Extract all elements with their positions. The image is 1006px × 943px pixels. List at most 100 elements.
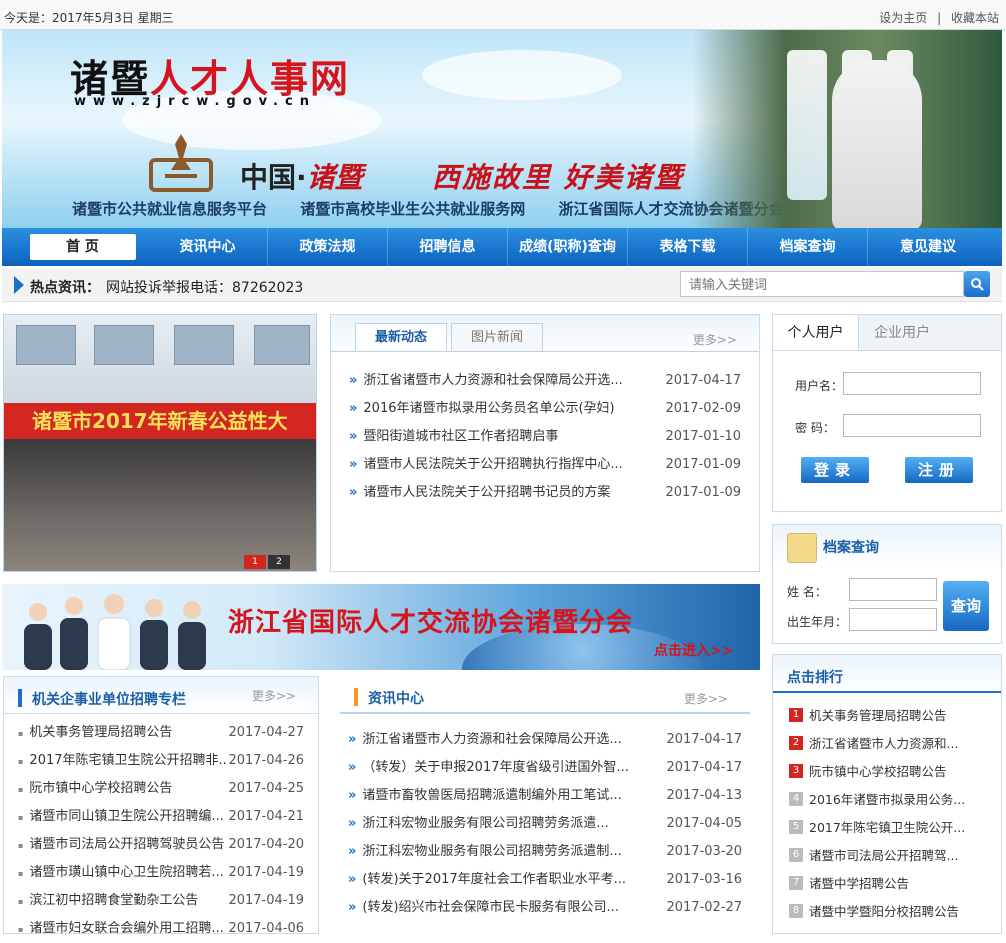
list-item[interactable]: 机关事务管理局招聘公告 2017-04-27 <box>18 719 304 747</box>
item-title: 机关事务管理局招聘公告 <box>809 708 947 723</box>
login-tabs: 个人用户 企业用户 <box>773 315 1001 351</box>
list-item[interactable]: 诸暨市璜山镇中心卫生院招聘若... 2017-04-19 <box>18 859 304 887</box>
list-item[interactable]: 浙江省诸暨市人力资源和社会保障局公开选... 2017-04-17 <box>348 726 742 754</box>
list-item[interactable]: 诸暨市人民法院关于公开招聘执行指挥中心... 2017-01-09 <box>349 451 741 479</box>
archive-title: 档案查询 <box>823 540 879 556</box>
login-button[interactable]: 登录 <box>801 457 869 483</box>
ranking-item[interactable]: 8 诸暨中学暨阳分校招聘公告 <box>789 901 989 920</box>
login-panel: 个人用户 企业用户 用户名： 密 码： 登录 注册 <box>772 314 1002 512</box>
platform-link-employment[interactable]: 诸暨市公共就业信息服务平台 <box>72 200 267 218</box>
item-title: 诸暨市人民法院关于公开招聘执行指挥中心... <box>349 451 622 479</box>
set-homepage-link[interactable]: 设为主页 <box>879 11 927 25</box>
list-item[interactable]: 2016年诸暨市拟录用公务员名单公示(孕妇) 2017-02-09 <box>349 395 741 423</box>
nav-feedback[interactable]: 意见建议 <box>868 228 988 266</box>
main-nav: 首 页 资讯中心 政策法规 招聘信息 成绩(职称)查询 表格下载 档案查询 意见… <box>2 228 1002 266</box>
rank-number: 5 <box>789 819 803 834</box>
slogan-xishi: 西施故里 好美诸暨 <box>432 161 684 194</box>
list-item[interactable]: (转发)关于2017年度社会工作者职业水平考... 2017-03-16 <box>348 866 742 894</box>
list-item[interactable]: 暨阳街道城市社区工作者招聘启事 2017-01-10 <box>349 423 741 451</box>
folder-icon <box>787 533 817 563</box>
ad-enter-link[interactable]: 点击进入>> <box>654 640 733 660</box>
username-input[interactable] <box>843 372 981 395</box>
ranking-item[interactable]: 4 2016年诸暨市拟录用公务... <box>789 789 989 808</box>
list-item[interactable]: 滨江初中招聘食堂勤杂工公告 2017-04-19 <box>18 887 304 915</box>
archive-birth-input[interactable] <box>849 608 937 631</box>
list-item[interactable]: 浙江科宏物业服务有限公司招聘劳务派遣制... 2017-03-20 <box>348 838 742 866</box>
nav-news-center[interactable]: 资讯中心 <box>148 228 268 266</box>
list-item[interactable]: 阮市镇中心学校招聘公告 2017-04-25 <box>18 775 304 803</box>
item-date: 2017-04-13 <box>666 788 742 803</box>
list-item[interactable]: (转发)绍兴市社会保障市民卡服务有限公司... 2017-02-27 <box>348 894 742 922</box>
list-item[interactable]: 浙江科宏物业服务有限公司招聘劳务派遣... 2017-04-05 <box>348 810 742 838</box>
nav-home[interactable]: 首 页 <box>30 234 136 260</box>
list-item[interactable]: 2017年陈宅镇卫生院公开招聘非...2017-04-26 <box>18 747 304 775</box>
hot-news-text[interactable]: 网站投诉举报电话：87262023 <box>106 277 303 297</box>
search-button[interactable] <box>964 271 990 297</box>
crowd-photo <box>4 439 316 571</box>
info-more-link[interactable]: 更多>> <box>684 690 728 707</box>
recruitment-list: 机关事务管理局招聘公告 2017-04-27 2017年陈宅镇卫生院公开招聘非..… <box>18 719 304 943</box>
list-item[interactable]: 诸暨市人民法院关于公开招聘书记员的方案 2017-01-09 <box>349 479 741 507</box>
nav-score-query[interactable]: 成绩(职称)查询 <box>508 228 628 266</box>
bookmark-link[interactable]: 收藏本站 <box>951 11 999 25</box>
recruitment-title: 机关企事业单位招聘专栏 <box>18 689 186 709</box>
item-title: 诸暨市司法局公开招聘驾... <box>809 848 959 863</box>
list-item[interactable]: （转发）关于申报2017年度省级引进国外智... 2017-04-17 <box>348 754 742 782</box>
archive-query-panel: 档案查询 姓 名： 出生年月： 查询 <box>772 524 1002 644</box>
tab-photo-news[interactable]: 图片新闻 <box>451 323 543 351</box>
top-bar: 今天是：2017年5月3日 星期三 设为主页 | 收藏本站 <box>0 0 1006 30</box>
tab-personal-user[interactable]: 个人用户 <box>773 315 859 350</box>
item-title: 诸暨市人民法院关于公开招聘书记员的方案 <box>349 479 610 507</box>
item-date: 2017-01-09 <box>665 457 741 472</box>
recruitment-column-panel: 机关企事业单位招聘专栏 更多>> 机关事务管理局招聘公告 2017-04-27 2… <box>3 676 319 936</box>
ranking-item[interactable]: 7 诸暨中学招聘公告 <box>789 873 989 892</box>
divider <box>773 691 1001 693</box>
archive-query-button[interactable]: 查询 <box>943 581 989 631</box>
nav-recruitment[interactable]: 招聘信息 <box>388 228 508 266</box>
platform-link-graduates[interactable]: 诸暨市高校毕业生公共就业服务网 <box>300 200 525 218</box>
item-date: 2017-04-06 <box>228 921 304 936</box>
news-tabs: 最新动态 图片新闻 <box>355 323 547 351</box>
talent-assoc-ad-banner[interactable]: 浙江省国际人才交流协会诸暨分会 点击进入>> <box>2 584 760 670</box>
business-people-icon <box>24 594 206 670</box>
ranking-item[interactable]: 1 机关事务管理局招聘公告 <box>789 705 989 724</box>
register-button[interactable]: 注册 <box>905 457 973 483</box>
item-title: (转发)绍兴市社会保障市民卡服务有限公司... <box>348 894 619 922</box>
list-item[interactable]: 诸暨市畜牧兽医局招聘派遣制编外用工笔试... 2017-04-13 <box>348 782 742 810</box>
rank-number: 4 <box>789 791 803 806</box>
list-item[interactable]: 诸暨市妇女联合会编外用工招聘... 2017-04-06 <box>18 915 304 943</box>
separator: | <box>937 11 942 25</box>
item-title: (转发)关于2017年度社会工作者职业水平考... <box>348 866 626 894</box>
slider-page-2[interactable]: 2 <box>268 555 290 569</box>
item-date: 2017-02-09 <box>665 401 741 416</box>
photo-slider[interactable]: 诸暨市2017年新春公益性大 1 2 <box>3 314 317 572</box>
ranking-item[interactable]: 5 2017年陈宅镇卫生院公开... <box>789 817 989 836</box>
list-item[interactable]: 浙江省诸暨市人力资源和社会保障局公开选... 2017-04-17 <box>349 367 741 395</box>
tab-enterprise-user[interactable]: 企业用户 <box>859 315 945 350</box>
item-title: 2017年陈宅镇卫生院公开招聘非... <box>18 747 228 775</box>
ranking-item[interactable]: 6 诸暨市司法局公开招聘驾... <box>789 845 989 864</box>
nav-policy[interactable]: 政策法规 <box>268 228 388 266</box>
slider-page-1[interactable]: 1 <box>244 555 266 569</box>
tab-latest[interactable]: 最新动态 <box>355 323 447 351</box>
nav-form-download[interactable]: 表格下载 <box>628 228 748 266</box>
recruitment-more-link[interactable]: 更多>> <box>252 687 296 704</box>
name-label: 姓 名： <box>787 585 827 599</box>
item-title: 2016年诸暨市拟录用公务... <box>809 792 966 807</box>
slogan-zhuji: 诸暨 <box>306 161 363 194</box>
ranking-item[interactable]: 2 浙江省诸暨市人力资源和... <box>789 733 989 752</box>
search-input[interactable] <box>680 271 964 297</box>
rank-number: 3 <box>789 763 803 778</box>
latest-news-panel: 最新动态 图片新闻 更多>> 浙江省诸暨市人力资源和社会保障局公开选...201… <box>330 314 760 572</box>
item-title: 阮市镇中心学校招聘公告 <box>809 764 947 779</box>
list-item[interactable]: 诸暨市司法局公开招聘驾驶员公告 2017-04-20 <box>18 831 304 859</box>
password-input[interactable] <box>843 414 981 437</box>
list-item[interactable]: 诸暨市同山镇卫生院公开招聘编... 2017-04-21 <box>18 803 304 831</box>
archive-name-input[interactable] <box>849 578 937 601</box>
nav-archive-query[interactable]: 档案查询 <box>748 228 868 266</box>
password-label: 密 码： <box>795 421 835 435</box>
divider <box>331 351 759 352</box>
rank-number: 8 <box>789 903 803 918</box>
ranking-item[interactable]: 3 阮市镇中心学校招聘公告 <box>789 761 989 780</box>
news-more-link[interactable]: 更多>> <box>693 331 737 348</box>
